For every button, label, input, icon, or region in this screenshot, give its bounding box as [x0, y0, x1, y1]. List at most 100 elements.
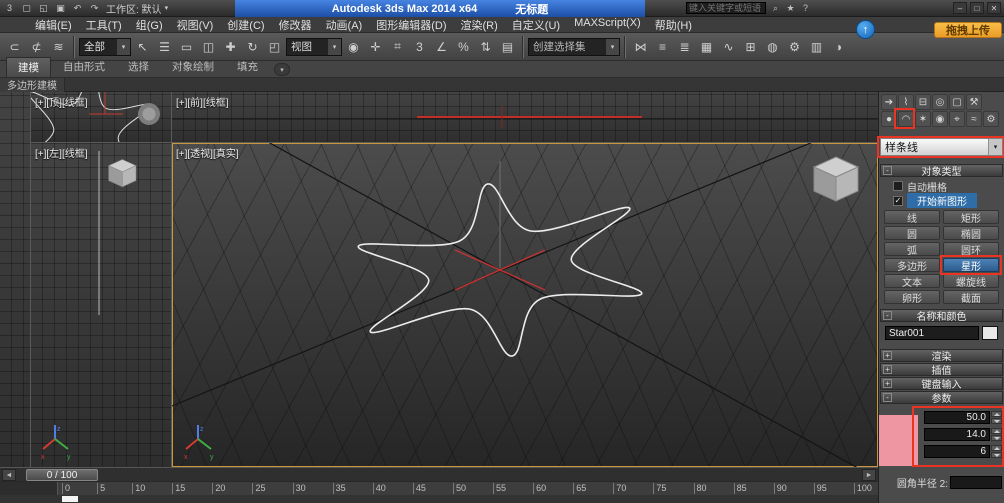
- shape-button[interactable]: 截面: [943, 290, 999, 304]
- spinner-value-field[interactable]: 6: [924, 445, 990, 458]
- menu-item[interactable]: 动画(A): [319, 16, 370, 34]
- cameras-category-icon[interactable]: ◉: [932, 111, 948, 127]
- rendered-frame-icon[interactable]: ▥: [806, 36, 827, 57]
- schematic-view-icon[interactable]: ⊞: [740, 36, 761, 57]
- open-scene-icon[interactable]: ◱: [36, 2, 51, 15]
- drag-upload-button[interactable]: 拖拽上传: [934, 22, 1002, 38]
- lights-category-icon[interactable]: ✶: [915, 111, 931, 127]
- select-and-move-icon[interactable]: ✚: [220, 36, 241, 57]
- viewport-front[interactable]: [+][前][线框]: [172, 92, 878, 142]
- spinner-down-icon[interactable]: [991, 452, 1002, 458]
- spinner-down-icon[interactable]: [991, 418, 1002, 424]
- reference-coordinate-dropdown[interactable]: 视图 ▾: [286, 38, 342, 56]
- menu-item[interactable]: MAXScript(X): [567, 16, 648, 34]
- curve-editor-icon[interactable]: ∿: [718, 36, 739, 57]
- align-icon[interactable]: ≡: [652, 36, 673, 57]
- menu-item[interactable]: 图形编辑器(D): [369, 16, 453, 34]
- viewport-top[interactable]: [+][顶][线框]: [31, 92, 171, 142]
- rollout-render[interactable]: + 渲染: [880, 349, 1003, 362]
- edit-named-sets-icon[interactable]: ▤: [497, 36, 518, 57]
- ribbon-tab[interactable]: 建模: [6, 57, 51, 77]
- spinner-value-field[interactable]: 14.0: [924, 428, 990, 441]
- select-object-icon[interactable]: ↖: [132, 36, 153, 57]
- geometry-category-icon[interactable]: ●: [881, 111, 897, 127]
- ribbon-tab[interactable]: 填充: [226, 57, 269, 77]
- select-and-rotate-icon[interactable]: ↻: [242, 36, 263, 57]
- menu-item[interactable]: 修改器: [272, 16, 319, 34]
- menu-item[interactable]: 渲染(R): [454, 16, 505, 34]
- minimize-icon[interactable]: –: [953, 2, 967, 14]
- menu-item[interactable]: 视图(V): [170, 16, 221, 34]
- next-frame-icon[interactable]: ►: [862, 469, 876, 481]
- close-icon[interactable]: ✕: [987, 2, 1001, 14]
- shape-button[interactable]: 矩形: [943, 210, 999, 224]
- systems-category-icon[interactable]: ⚙: [983, 111, 999, 127]
- unlink-selection-icon[interactable]: ⊄: [26, 36, 47, 57]
- spinner-down-icon[interactable]: [991, 435, 1002, 441]
- track-bar[interactable]: 0 5 10 15 20 25 30 35 40 45 50 55: [0, 481, 878, 495]
- rollout-parameters[interactable]: - 参数: [880, 391, 1003, 404]
- select-and-manipulate-icon[interactable]: ✛: [365, 36, 386, 57]
- display-tab-icon[interactable]: ▢: [949, 94, 965, 110]
- selection-filter-dropdown[interactable]: 全部 ▾: [79, 38, 131, 56]
- shape-button[interactable]: 线: [884, 210, 940, 224]
- save-scene-icon[interactable]: ▣: [53, 2, 68, 15]
- spinner-value-field[interactable]: 50.0: [924, 411, 990, 424]
- polygon-modeling-panel[interactable]: 多边形建模: [0, 78, 65, 92]
- viewport-perspective[interactable]: [+][透视][真实] z x: [172, 143, 878, 467]
- shape-button[interactable]: 圆环: [943, 242, 999, 256]
- angle-snap-icon[interactable]: ∠: [431, 36, 452, 57]
- menu-item[interactable]: 自定义(U): [505, 16, 567, 34]
- undo-icon[interactable]: ↶: [70, 2, 85, 15]
- select-and-scale-icon[interactable]: ◰: [264, 36, 285, 57]
- shape-button[interactable]: 卵形: [884, 290, 940, 304]
- maxscript-mini-listener[interactable]: [62, 496, 78, 502]
- shape-button[interactable]: 弧: [884, 242, 940, 256]
- spinner-up-icon[interactable]: [991, 411, 1002, 417]
- bind-to-space-warp-icon[interactable]: ≋: [48, 36, 69, 57]
- menu-item[interactable]: 创建(C): [220, 16, 271, 34]
- app-logo-icon[interactable]: 3: [2, 2, 17, 15]
- ribbon-tab[interactable]: 选择: [117, 57, 160, 77]
- object-name-field[interactable]: Star001: [885, 326, 979, 340]
- viewport-label-left[interactable]: [+][左][线框]: [35, 145, 88, 160]
- keyboard-override-icon[interactable]: ⌗: [387, 36, 408, 57]
- render-setup-icon[interactable]: ⚙: [784, 36, 805, 57]
- spacewarps-category-icon[interactable]: ≈: [966, 111, 982, 127]
- utilities-tab-icon[interactable]: ⚒: [966, 94, 982, 110]
- select-by-name-icon[interactable]: ☰: [154, 36, 175, 57]
- viewport-label-perspective[interactable]: [+][透视][真实]: [176, 145, 239, 160]
- rollout-interpolation[interactable]: + 插值: [880, 363, 1003, 376]
- shape-button[interactable]: 多边形: [884, 258, 940, 272]
- time-slider-handle[interactable]: 0 / 100: [26, 469, 98, 481]
- viewport-left[interactable]: [+][左][线框] z x y: [31, 143, 171, 467]
- snaps-toggle-icon[interactable]: 3: [409, 36, 430, 57]
- shape-button[interactable]: 椭圆: [943, 226, 999, 240]
- menu-item[interactable]: 编辑(E): [28, 16, 79, 34]
- rollout-keyboard-entry[interactable]: + 键盘输入: [880, 377, 1003, 390]
- mirror-icon[interactable]: ⋈: [630, 36, 651, 57]
- selection-region-icon[interactable]: ▭: [176, 36, 197, 57]
- percent-snap-icon[interactable]: %: [453, 36, 474, 57]
- viewport-sliver[interactable]: [0, 92, 30, 467]
- material-editor-icon[interactable]: ◍: [762, 36, 783, 57]
- menu-item[interactable]: 工具(T): [79, 16, 129, 34]
- named-selection-sets-dropdown[interactable]: 创建选择集 ▾: [528, 38, 620, 56]
- fillet-radius2-field[interactable]: [950, 476, 1002, 489]
- ribbon-tab[interactable]: 对象绘制: [161, 57, 225, 77]
- workspace-dropdown[interactable]: 工作区: 默认 ▾: [106, 1, 168, 16]
- layer-manager-icon[interactable]: ≣: [674, 36, 695, 57]
- motion-tab-icon[interactable]: ◎: [932, 94, 948, 110]
- upload-cloud-icon[interactable]: ↑: [856, 20, 875, 39]
- modify-tab-icon[interactable]: ⌇: [898, 94, 914, 110]
- rollout-object-type[interactable]: - 对象类型: [880, 164, 1003, 177]
- menu-item[interactable]: 帮助(H): [648, 16, 699, 34]
- wire-color-swatch[interactable]: [982, 326, 998, 340]
- menu-item[interactable]: 组(G): [129, 16, 170, 34]
- shapes-category-icon[interactable]: ◠: [898, 111, 914, 127]
- select-and-link-icon[interactable]: ⊂: [4, 36, 25, 57]
- spinner-up-icon[interactable]: [991, 428, 1002, 434]
- shape-button[interactable]: 星形: [943, 258, 999, 272]
- shape-button[interactable]: 螺旋线: [943, 274, 999, 288]
- spline-type-dropdown[interactable]: 样条线 ▾: [880, 138, 1003, 156]
